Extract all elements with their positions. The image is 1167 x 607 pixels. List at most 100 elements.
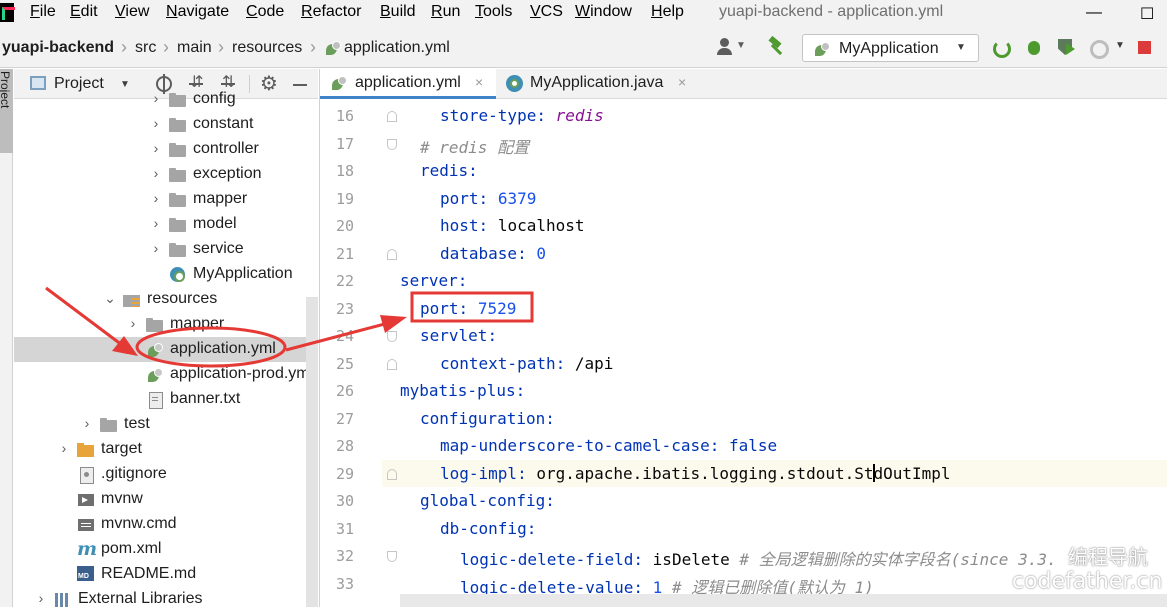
tree-item[interactable]: › config <box>14 87 318 112</box>
tree-item[interactable]: › controller <box>14 137 318 162</box>
code-line[interactable]: port: 6379 <box>320 185 1167 213</box>
code-line[interactable]: redis: <box>320 157 1167 185</box>
profiler-icon[interactable] <box>1088 37 1109 59</box>
code-line[interactable]: context-path: /api <box>320 350 1167 378</box>
close-icon[interactable]: × <box>678 74 686 90</box>
build-hammer-icon[interactable] <box>766 37 786 57</box>
project-tool-tab[interactable]: Project <box>0 69 13 153</box>
menu-view[interactable]: View <box>115 3 149 21</box>
code-line[interactable]: configuration: <box>320 405 1167 433</box>
menu-help[interactable]: Help <box>651 3 684 21</box>
tree-item[interactable]: › constant <box>14 112 318 137</box>
code-line[interactable]: database: 0 <box>320 240 1167 268</box>
menu-refactor[interactable]: Refactor <box>301 3 361 21</box>
minimize-button[interactable]: — <box>1086 4 1102 22</box>
chevron-right-icon[interactable]: › <box>81 415 93 431</box>
code-line[interactable]: global-config: <box>320 487 1167 515</box>
tab-application-yml[interactable]: application.yml × <box>320 69 496 99</box>
code-line[interactable]: mybatis-plus: <box>320 377 1167 405</box>
fold-marker-icon[interactable] <box>387 358 397 370</box>
menu-build[interactable]: Build <box>380 3 416 21</box>
breadcrumb-main[interactable]: main <box>177 39 212 57</box>
menu-vcs[interactable]: VCS <box>530 3 563 21</box>
run-with-coverage-icon[interactable] <box>1056 37 1076 57</box>
chevron-right-icon[interactable]: › <box>150 240 162 256</box>
tree-item[interactable]: › model <box>14 212 318 237</box>
breadcrumb-src[interactable]: src <box>135 39 156 57</box>
tree-item[interactable]: .gitignore <box>14 462 318 487</box>
tree-item[interactable]: › mapper <box>14 187 318 212</box>
stop-icon[interactable] <box>1138 41 1151 54</box>
code-line[interactable]: # redis 配置 <box>320 130 1167 158</box>
tree-item[interactable]: mvnw.cmd <box>14 512 318 537</box>
hide-panel-icon[interactable] <box>293 84 307 86</box>
tree-item[interactable]: › test <box>14 412 318 437</box>
menu-navigate[interactable]: Navigate <box>166 3 229 21</box>
chevron-down-icon[interactable]: ▼ <box>1115 40 1125 51</box>
code-line[interactable]: host: localhost <box>320 212 1167 240</box>
debug-bug-icon[interactable] <box>1024 37 1044 57</box>
code-line[interactable]: logic-delete-field: isDelete # 全局逻辑删除的实体… <box>320 542 1167 570</box>
chevron-right-icon[interactable]: › <box>150 215 162 231</box>
menu-file[interactable]: File <box>30 3 56 21</box>
chevron-right-icon[interactable]: › <box>58 440 70 456</box>
breadcrumb-resources[interactable]: resources <box>232 39 302 57</box>
tab-myapplication-java[interactable]: MyApplication.java × <box>496 69 696 99</box>
tree-item[interactable]: banner.txt <box>14 387 318 412</box>
fold-marker-icon[interactable] <box>387 138 397 150</box>
chevron-right-icon[interactable]: › <box>150 140 162 156</box>
res-icon <box>123 292 141 307</box>
chevron-down-icon[interactable]: ⌄ <box>104 290 116 307</box>
tree-item[interactable]: › exception <box>14 162 318 187</box>
chevron-right-icon[interactable]: › <box>35 590 47 606</box>
fold-marker-icon[interactable] <box>387 111 397 122</box>
code-line[interactable]: port: 7529 <box>320 295 1167 323</box>
tree-item[interactable]: m pom.xml <box>14 537 318 562</box>
tree-item[interactable]: › service <box>14 237 318 262</box>
git-icon <box>77 467 95 484</box>
code-area[interactable]: store-type: redis # redis 配置 redis: port: 6… <box>320 100 1167 607</box>
code-line[interactable]: store-type: redis <box>320 102 1167 130</box>
tree-item[interactable]: › External Libraries <box>14 587 318 607</box>
fold-marker-icon[interactable] <box>387 248 397 260</box>
chevron-down-icon[interactable]: ▼ <box>736 40 746 51</box>
tree-item[interactable]: README.md <box>14 562 318 587</box>
tree-item[interactable]: ⌄ resources <box>14 287 318 312</box>
tree-item[interactable]: mvnw <box>14 487 318 512</box>
project-tree-scrollbar[interactable] <box>306 297 318 607</box>
maximize-button[interactable]: ☐ <box>1140 4 1154 24</box>
fold-marker-icon[interactable] <box>387 331 397 342</box>
menu-code[interactable]: Code <box>246 3 284 21</box>
fold-marker-icon[interactable] <box>387 551 397 562</box>
rerun-icon[interactable] <box>990 37 1011 58</box>
code-text: servlet: <box>420 326 497 345</box>
tree-item[interactable]: › target <box>14 437 318 462</box>
fold-marker-icon[interactable] <box>387 468 397 480</box>
menu-tools[interactable]: Tools <box>475 3 512 21</box>
breadcrumb-project[interactable]: yuapi-backend <box>2 39 114 57</box>
code-line[interactable]: server: <box>320 267 1167 295</box>
code-line[interactable]: servlet: <box>320 322 1167 350</box>
code-line[interactable]: map-underscore-to-camel-case: false <box>320 432 1167 460</box>
menu-run[interactable]: Run <box>431 3 460 21</box>
code-line[interactable]: db-config: <box>320 515 1167 543</box>
tree-item[interactable]: › mapper <box>14 312 318 337</box>
menu-mnemonic: V <box>115 3 126 20</box>
code-line[interactable]: log-impl: org.apache.ibatis.logging.stdo… <box>320 459 1167 487</box>
chevron-right-icon[interactable]: › <box>150 190 162 206</box>
close-icon[interactable]: × <box>475 74 483 90</box>
tree-item[interactable]: application-prod.yml <box>14 362 318 387</box>
yaml-colon: : <box>517 243 527 263</box>
editor-horizontal-scrollbar[interactable] <box>400 594 1167 607</box>
breadcrumb-file[interactable]: application.yml <box>344 39 450 57</box>
menu-edit[interactable]: Edit <box>70 3 98 21</box>
menu-window[interactable]: Window <box>575 3 632 21</box>
chevron-right-icon[interactable]: › <box>150 115 162 131</box>
tree-item[interactable]: application.yml <box>14 337 318 362</box>
tree-item[interactable]: MyApplication <box>14 262 318 287</box>
run-configuration-select[interactable]: MyApplication ▼ <box>802 34 979 62</box>
user-icon[interactable] <box>716 38 734 56</box>
chevron-right-icon[interactable]: › <box>127 315 139 331</box>
chevron-right-icon[interactable]: › <box>150 90 162 106</box>
chevron-right-icon[interactable]: › <box>150 165 162 181</box>
